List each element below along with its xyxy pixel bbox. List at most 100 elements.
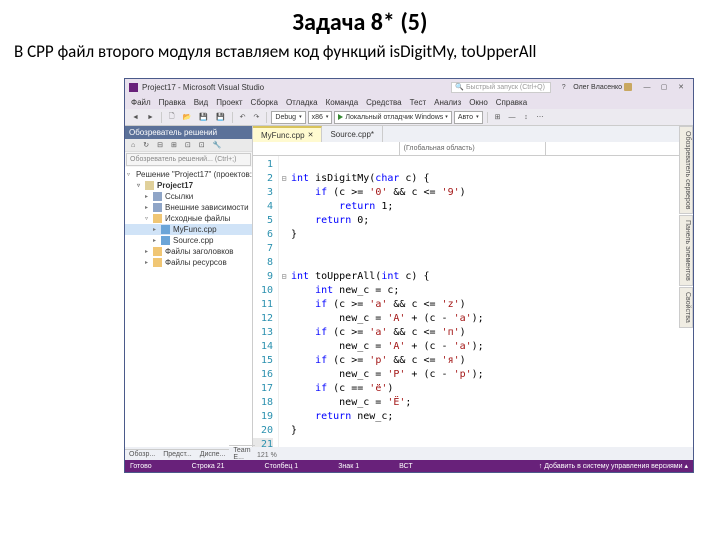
btab-0[interactable]: Обозр... [125, 449, 159, 459]
nav-fwd-button[interactable]: ► [144, 111, 157, 124]
sol-btn4[interactable]: ⊞ [168, 140, 180, 151]
save-button[interactable]: 💾 [196, 111, 211, 124]
tool-btn-3[interactable]: ↕ [520, 111, 531, 124]
start-debug-button[interactable]: Локальный отладчик Windows ▾ [334, 111, 451, 124]
nav-bar: (Глобальная область) [253, 142, 693, 156]
node-sources-label: Исходные файлы [165, 214, 230, 223]
menubar: Файл Правка Вид Проект Сборка Отладка Ко… [125, 95, 693, 109]
folder-icon [153, 214, 162, 223]
menu-view[interactable]: Вид [194, 98, 208, 107]
tab-myfunc-label: MyFunc.cpp [261, 131, 305, 140]
node-myfunc-label: MyFunc.cpp [173, 225, 217, 234]
tab-source-label: Source.cpp* [330, 130, 374, 139]
status-char: Знак 1 [338, 463, 359, 470]
node-sources[interactable]: ▿ Исходные файлы [125, 213, 252, 224]
nav-back-button[interactable]: ◄ [129, 111, 142, 124]
node-external-label: Внешние зависимости [165, 203, 249, 212]
nav-combo-right[interactable] [546, 142, 693, 155]
tab-myfunc[interactable]: MyFunc.cpp ✕ [253, 126, 322, 142]
add-to-scc-button[interactable]: ↑ Добавить в систему управления версиями… [539, 462, 688, 470]
fold-margin[interactable]: ⊟ ⊟ [279, 156, 289, 447]
code-lines[interactable]: int isDigitMy(char c) { if (c >= '0' && … [289, 156, 693, 447]
config-select[interactable]: Debug▾ [271, 111, 305, 124]
node-references-label: Ссылки [165, 192, 193, 201]
redo-button[interactable]: ↷ [251, 111, 263, 124]
code-editor[interactable]: 123456789101112131415161718192021 ⊟ ⊟ in… [253, 156, 693, 447]
node-source-cpp[interactable]: ▸ Source.cpp [125, 235, 252, 246]
nav-combo-left[interactable] [253, 142, 400, 155]
platform-select[interactable]: x86▾ [308, 111, 333, 124]
node-references[interactable]: ▸ Ссылки [125, 191, 252, 202]
menu-project[interactable]: Проект [216, 98, 242, 107]
side-tab-props[interactable]: Свойства [679, 287, 693, 328]
menu-build[interactable]: Сборка [251, 98, 278, 107]
references-icon [153, 192, 162, 201]
window-title: Project17 - Microsoft Visual Studio [142, 83, 447, 92]
open-button[interactable]: 📂 [180, 111, 195, 124]
nav-combo-mid[interactable]: (Глобальная область) [400, 142, 547, 155]
zoom-level[interactable]: 121 % [253, 451, 281, 460]
close-button[interactable]: ✕ [673, 82, 689, 93]
status-col: Столбец 1 [265, 463, 299, 470]
menu-test[interactable]: Тест [410, 98, 427, 107]
side-tab-server[interactable]: Обозреватель серверов [679, 126, 693, 214]
menu-debug[interactable]: Отладка [286, 98, 318, 107]
solution-explorer-header: Обозреватель решений [125, 126, 252, 139]
node-solution-label: Решение "Project17" (проектов: 1) [136, 170, 252, 179]
help-button[interactable]: ? [558, 82, 569, 93]
menu-file[interactable]: Файл [131, 98, 151, 107]
solution-search-input[interactable]: Обозреватель решений... (Ctrl+;) [126, 153, 251, 166]
sol-refresh-button[interactable]: ↻ [140, 140, 152, 151]
menu-tools[interactable]: Средства [366, 98, 401, 107]
node-solution[interactable]: ▿ Решение "Project17" (проектов: 1) [125, 169, 252, 180]
mode-select[interactable]: Авто▾ [454, 111, 483, 124]
bottom-tabs: Обозр... Предст... Диспе... Team E... [125, 447, 253, 460]
node-project[interactable]: ▿ Project17 [125, 180, 252, 191]
node-headers-label: Файлы заголовков [165, 247, 234, 256]
node-external[interactable]: ▸ Внешние зависимости [125, 202, 252, 213]
menu-analyze[interactable]: Анализ [434, 98, 461, 107]
tool-btn-4[interactable]: ⋯ [533, 111, 546, 124]
sol-btn3[interactable]: ⊟ [154, 140, 166, 151]
project-icon [145, 181, 154, 190]
tool-btn-1[interactable]: ⊞ [492, 111, 504, 124]
menu-edit[interactable]: Правка [159, 98, 186, 107]
sol-btn5[interactable]: ⊡ [182, 140, 194, 151]
menu-help[interactable]: Справка [496, 98, 527, 107]
maximize-button[interactable]: ▢ [656, 82, 672, 93]
close-tab-icon[interactable]: ✕ [308, 131, 314, 139]
node-myfunc-cpp[interactable]: ▸ MyFunc.cpp [125, 224, 252, 235]
saveall-button[interactable]: 💾 [213, 111, 228, 124]
undo-button[interactable]: ↶ [237, 111, 249, 124]
side-tab-toolbox[interactable]: Панель элементов [679, 215, 693, 286]
account-name: Олег Власенко [573, 84, 622, 91]
slide-title: Задача 8* (5) [0, 0, 720, 41]
start-label: Локальный отладчик Windows [345, 114, 443, 121]
node-resources[interactable]: ▸ Файлы ресурсов [125, 257, 252, 268]
vs-window: Project17 - Microsoft Visual Studio 🔍 Бы… [124, 78, 694, 473]
external-icon [153, 203, 162, 212]
btab-1[interactable]: Предст... [159, 449, 196, 459]
quick-launch-placeholder: Быстрый запуск (Ctrl+Q) [466, 84, 545, 91]
statusbar: Готово Строка 21 Столбец 1 Знак 1 ВСТ ↑ … [125, 460, 693, 472]
avatar-icon [624, 83, 632, 91]
play-icon [338, 114, 343, 120]
btab-2[interactable]: Диспе... [196, 449, 230, 459]
node-headers[interactable]: ▸ Файлы заголовков [125, 246, 252, 257]
toolbar: ◄ ► 🗋 📂 💾 💾 ↶ ↷ Debug▾ x86▾ Локальный от… [125, 109, 693, 126]
search-icon: 🔍 [455, 83, 464, 91]
quick-launch-input[interactable]: 🔍 Быстрый запуск (Ctrl+Q) [451, 82, 551, 93]
status-insert: ВСТ [399, 463, 413, 470]
editor-area: MyFunc.cpp ✕ Source.cpp* (Глобальная обл… [253, 126, 693, 447]
sol-btn6[interactable]: ⊡ [196, 140, 208, 151]
minimize-button[interactable]: — [639, 82, 655, 93]
new-file-button[interactable]: 🗋 [166, 111, 178, 124]
sol-wrench-button[interactable]: 🔧 [210, 140, 225, 151]
node-source-label: Source.cpp [173, 236, 213, 245]
tab-source[interactable]: Source.cpp* [322, 126, 383, 142]
sol-home-button[interactable]: ⌂ [128, 140, 138, 151]
menu-window[interactable]: Окно [469, 98, 488, 107]
menu-team[interactable]: Команда [326, 98, 359, 107]
account-label[interactable]: Олег Власенко [573, 83, 632, 91]
tool-btn-2[interactable]: — [505, 111, 518, 124]
